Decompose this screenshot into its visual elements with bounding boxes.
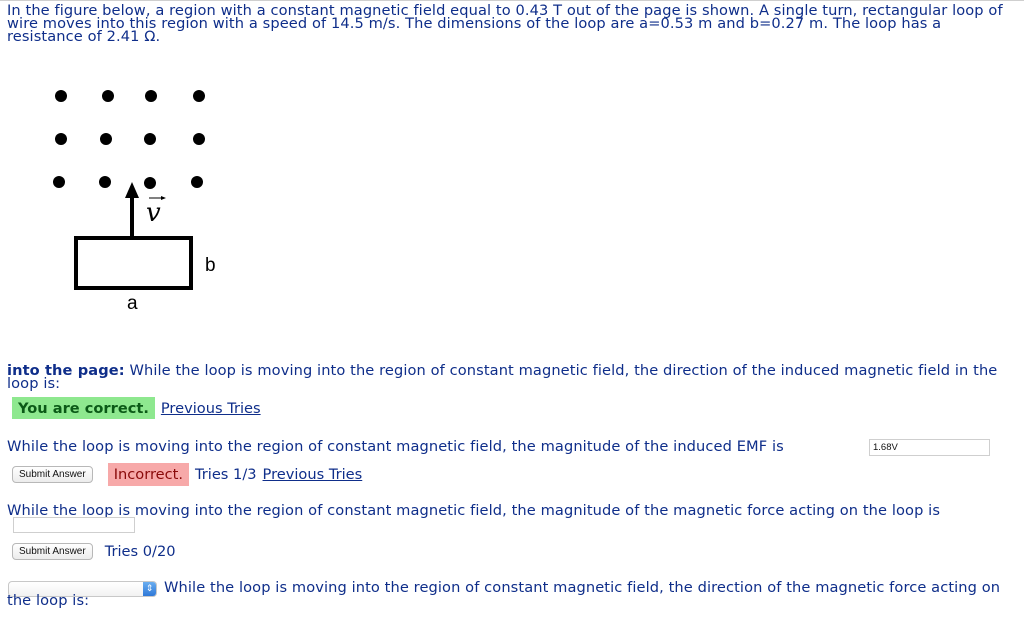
field-dot <box>193 90 205 102</box>
velocity-label: v <box>146 196 166 228</box>
field-dot <box>144 133 156 145</box>
question-1-feedback: You are correct. Previous Tries <box>7 397 261 419</box>
submit-answer-button[interactable]: Submit Answer <box>12 466 93 483</box>
loop-width-label: a <box>127 293 138 314</box>
top-border <box>0 0 1024 1</box>
field-dot <box>100 133 112 145</box>
question-2-text: While the loop is moving into the region… <box>7 438 784 455</box>
wire-loop <box>74 236 193 290</box>
field-dot <box>144 177 156 189</box>
field-dot <box>145 90 157 102</box>
field-dot <box>55 90 67 102</box>
submit-answer-button[interactable]: Submit Answer <box>12 543 93 560</box>
field-dot <box>55 133 67 145</box>
question-3-text: While the loop is moving into the region… <box>7 502 941 519</box>
loop-height-label: b <box>205 255 216 276</box>
force-answer-input[interactable] <box>13 517 135 533</box>
svg-text:v: v <box>146 198 161 228</box>
tries-count: Tries 0/20 <box>104 543 176 560</box>
question-1-text: While the loop is moving into the region… <box>7 362 998 392</box>
problem-figure: v b a <box>53 90 216 314</box>
previous-tries-link[interactable]: Previous Tries <box>161 400 261 417</box>
field-dot <box>191 176 203 188</box>
question-4-text: While the loop is moving into the region… <box>7 579 1001 609</box>
problem-statement: In the figure below, a region with a con… <box>7 2 1003 45</box>
field-dot <box>193 133 205 145</box>
question-1: into the page: While the loop is moving … <box>7 362 1017 392</box>
question-2-feedback: Submit Answer Incorrect. Tries 1/3 Previ… <box>7 463 362 486</box>
field-dot <box>53 176 65 188</box>
tries-count: Tries 1/3 <box>195 466 257 483</box>
previous-tries-link[interactable]: Previous Tries <box>263 466 363 483</box>
emf-answer-input[interactable] <box>869 439 990 456</box>
magnetic-field-dots <box>53 90 205 189</box>
incorrect-badge: Incorrect. <box>107 463 189 486</box>
field-dot <box>99 176 111 188</box>
field-dot <box>102 90 114 102</box>
question-4: While the loop is moving into the region… <box>7 579 1017 609</box>
question-3-feedback: Submit Answer Tries 0/20 <box>7 543 176 560</box>
correct-badge: You are correct. <box>12 397 155 419</box>
velocity-arrow <box>125 182 139 236</box>
question-3: While the loop is moving into the region… <box>7 502 1021 533</box>
